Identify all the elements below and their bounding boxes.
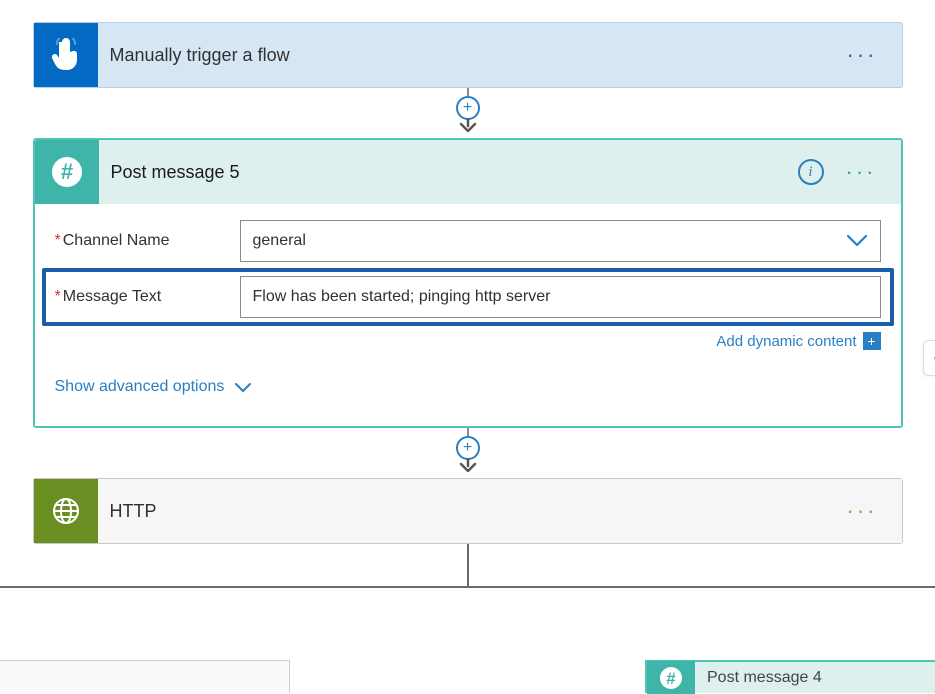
add-step-button[interactable]: + (456, 96, 480, 120)
message-text-row: *Message Text Flow has been started; pin… (55, 276, 881, 318)
channel-name-label: *Channel Name (55, 232, 240, 250)
hash-icon: # (647, 661, 695, 694)
http-more-menu[interactable]: ··· (847, 500, 878, 522)
connector-1: + (0, 88, 935, 138)
chevron-left-icon (932, 351, 935, 365)
arrow-down-icon (457, 458, 479, 472)
info-icon[interactable]: i (798, 159, 824, 185)
post-message-step[interactable]: # Post message 5 i ··· *Channel Name gen… (33, 138, 903, 428)
dynamic-content-flyout-handle[interactable] (923, 340, 935, 376)
hash-icon: # (35, 140, 99, 204)
add-step-button[interactable]: + (456, 436, 480, 460)
globe-icon (34, 479, 98, 543)
branch-right-step[interactable]: # Post message 4 (645, 660, 935, 693)
branch-horizontal (0, 586, 935, 588)
channel-name-value: general (253, 232, 306, 250)
message-text-value: Flow has been started; pinging http serv… (253, 288, 551, 306)
message-text-label: *Message Text (55, 288, 240, 306)
arrow-down-icon (457, 118, 479, 132)
branch-right-title: Post message 4 (707, 669, 822, 687)
chevron-down-icon (846, 234, 868, 248)
post-message-more-menu[interactable]: ··· (846, 161, 877, 183)
svg-text:#: # (60, 159, 72, 184)
branch-left-step[interactable] (0, 660, 290, 693)
add-dynamic-content-link[interactable]: Add dynamic content + (55, 332, 881, 350)
flow-canvas: Manually trigger a flow ··· + # Post mes… (0, 0, 935, 693)
channel-name-row: *Channel Name general (55, 220, 881, 262)
message-text-input[interactable]: Flow has been started; pinging http serv… (240, 276, 881, 318)
chevron-down-icon (234, 382, 252, 393)
post-message-title: Post message 5 (99, 162, 798, 183)
plus-icon: + (863, 332, 881, 350)
http-title: HTTP (98, 501, 847, 522)
http-step[interactable]: HTTP ··· (33, 478, 903, 544)
post-message-body: *Channel Name general *Message Text Flow… (35, 204, 901, 426)
branch-vertical (467, 544, 469, 588)
channel-name-select[interactable]: general (240, 220, 881, 262)
trigger-title: Manually trigger a flow (98, 45, 847, 66)
trigger-more-menu[interactable]: ··· (847, 44, 878, 66)
connector-2: + (0, 428, 935, 478)
branch-children: # Post message 4 (0, 660, 935, 693)
show-advanced-options-toggle[interactable]: Show advanced options (55, 378, 253, 396)
svg-text:#: # (666, 669, 676, 688)
trigger-step[interactable]: Manually trigger a flow ··· (33, 22, 903, 88)
tap-icon (34, 23, 98, 87)
